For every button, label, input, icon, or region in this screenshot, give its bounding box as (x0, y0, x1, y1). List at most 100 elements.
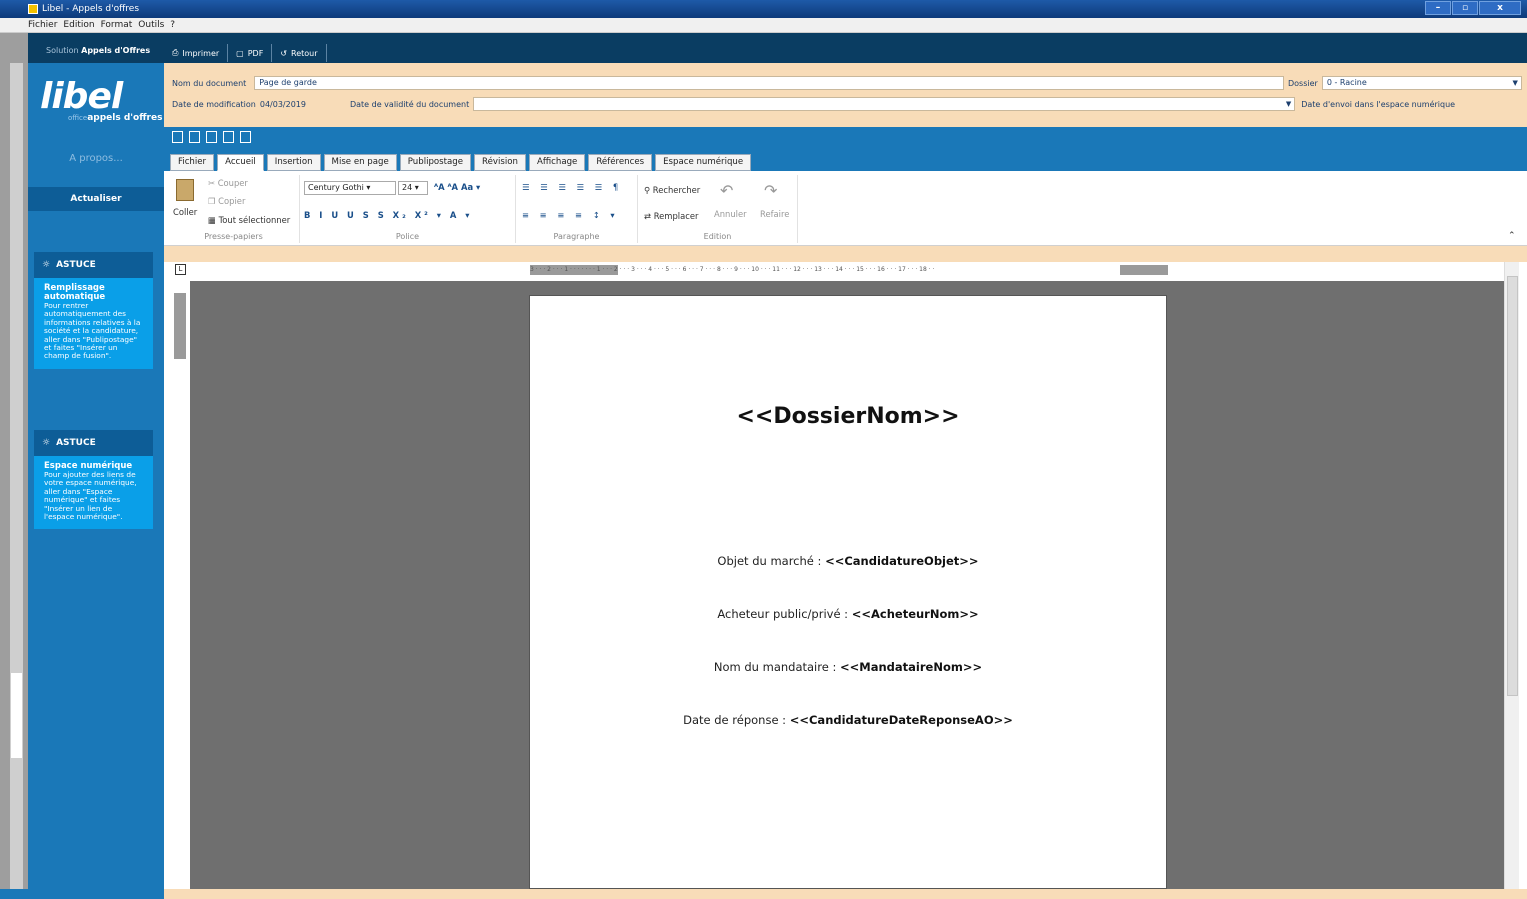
ruler-top-margin (174, 293, 186, 359)
tab-accueil[interactable]: Accueil (217, 154, 264, 171)
font-format-buttons[interactable]: B I U U S S X₂ X² ▾ A ▾ (304, 210, 472, 220)
select-all-label: Tout sélectionner (218, 215, 291, 225)
line-label: Nom du mandataire : (713, 660, 840, 674)
copy-button[interactable]: ❐ Copier (208, 196, 245, 206)
font-size-select[interactable]: 24 ▾ (398, 181, 428, 195)
document-line: Acheteur public/privé : <<AcheteurNom>> (530, 607, 1166, 621)
folder-select[interactable]: 0 - Racine ▼ (1321, 76, 1522, 90)
undo-arrow-icon[interactable]: ↶ (720, 181, 733, 200)
back-button[interactable]: ↺ Retour (272, 44, 327, 62)
status-strip (164, 889, 1527, 899)
menu-edition[interactable]: Edition (63, 20, 94, 30)
tip-body: Espace numérique Pour ajouter des liens d… (34, 456, 153, 529)
maximize-button[interactable]: ▫ (1452, 1, 1478, 15)
tab-references[interactable]: Références (588, 154, 653, 171)
chevron-down-icon: ▼ (1512, 79, 1518, 87)
back-arrow-icon: ↺ (280, 48, 288, 58)
document-line: Nom du mandataire : <<MandataireNom>> (530, 660, 1166, 674)
lightbulb-icon: ☼ (42, 260, 51, 270)
doc-name-label: Nom du document (172, 78, 247, 88)
pdf-label: PDF (247, 48, 264, 58)
redo-button[interactable]: Refaire (760, 209, 789, 219)
tab-fichier[interactable]: Fichier (170, 154, 215, 171)
collapse-ribbon-icon[interactable]: ⌃ (1508, 231, 1516, 241)
tab-revision[interactable]: Révision (474, 154, 526, 171)
doc-name-input[interactable]: Page de garde (254, 76, 1285, 90)
copy-label: Copier (218, 196, 246, 206)
replace-button[interactable]: ⇄ Remplacer (644, 211, 698, 221)
refresh-button[interactable]: Actualiser (28, 187, 164, 211)
bell-icon[interactable] (240, 131, 251, 143)
tip-header: ☼ ASTUCE (34, 430, 153, 456)
paste-button[interactable]: Coller (173, 207, 197, 217)
grow-font-icon[interactable]: ᴬA ᴬA Aa ▾ (434, 182, 480, 192)
font-family-select[interactable]: Century Gothi ▾ (304, 181, 396, 195)
tab-stop-selector[interactable]: L (175, 264, 186, 275)
redo-arrow-icon[interactable]: ↷ (764, 181, 777, 200)
clipboard-group: Coller ✂ Couper ❐ Copier ▦ Tout sélectio… (168, 175, 300, 243)
tip-body: Remplissage automatique Pour rentrer auto… (34, 278, 153, 369)
clipboard-icon[interactable] (176, 179, 194, 201)
document-scrollbar-thumb[interactable] (1507, 276, 1518, 696)
document-line: Date de réponse : <<CandidatureDateRepon… (530, 713, 1166, 727)
list-buttons[interactable]: ☰ ☰ ☰ ☰ ☰ ¶ (522, 182, 622, 192)
merge-field: <<MandataireNom>> (840, 660, 983, 674)
about-link[interactable]: A propos... (28, 153, 164, 164)
tab-espace-numerique[interactable]: Espace numérique (655, 154, 752, 171)
pdf-export-icon[interactable] (206, 131, 217, 143)
ruler-right-margin (1120, 265, 1168, 275)
minimize-button[interactable]: – (1425, 1, 1451, 15)
horizontal-ruler[interactable]: 3 · · · 2 · · · 1 · · · · · · · 1 · · · … (530, 265, 1168, 275)
back-label: Retour (291, 48, 318, 58)
ribbon-tabs: Fichier Accueil Insertion Mise en page P… (170, 154, 752, 171)
ruler-ticks: 3 · · · 2 · · · 1 · · · · · · · 1 · · · … (530, 266, 935, 273)
find-label: Rechercher (652, 185, 701, 195)
solution-name: Appels d'Offres (81, 46, 151, 55)
doc-name-row: Nom du document Page de garde (172, 76, 1285, 90)
merge-field: <<CandidatureObjet>> (825, 554, 979, 568)
edition-group: ⚲ Rechercher ⇄ Remplacer ↶ Annuler ↷ Ref… (638, 175, 798, 243)
print-button[interactable]: ⎙ Imprimer (164, 44, 229, 62)
tab-mise-en-page[interactable]: Mise en page (323, 154, 397, 171)
modified-row: Date de modification 04/03/2019 Date de … (172, 97, 1455, 111)
menu-help[interactable]: ? (170, 20, 175, 30)
pdf-button[interactable]: ▢ PDF (228, 44, 273, 62)
logo-sub-small: office (68, 114, 88, 122)
open-folder-icon[interactable] (189, 131, 200, 143)
document-scrollbar[interactable] (1504, 262, 1519, 889)
document-properties: Nom du document Page de garde Dossier 0 … (164, 63, 1527, 127)
line-label: Date de réponse : (683, 713, 790, 727)
find-button[interactable]: ⚲ Rechercher (644, 185, 700, 195)
modified-value: 04/03/2019 (259, 99, 306, 109)
clipboard-caption: Presse-papiers (204, 232, 263, 241)
chevron-down-icon[interactable]: ▼ (1286, 98, 1291, 110)
tab-affichage[interactable]: Affichage (528, 154, 586, 171)
undo-button[interactable]: Annuler (714, 209, 747, 219)
save-icon[interactable] (223, 131, 234, 143)
menu-fichier[interactable]: Fichier (28, 20, 57, 30)
menu-outils[interactable]: Outils (138, 20, 164, 30)
menu-format[interactable]: Format (101, 20, 133, 30)
align-buttons[interactable]: ≡ ≡ ≡ ≡ ↕ ▾ (522, 210, 619, 220)
left-scrollbar[interactable] (10, 63, 23, 899)
tab-publipostage[interactable]: Publipostage (399, 154, 472, 171)
close-button[interactable]: x (1479, 1, 1521, 15)
menu-bar: Fichier Edition Format Outils ? (0, 18, 1527, 33)
tip-header-label: ASTUCE (56, 438, 96, 448)
select-all-button[interactable]: ▦ Tout sélectionner (208, 215, 290, 225)
tab-insertion[interactable]: Insertion (266, 154, 321, 171)
validity-date-input[interactable]: ▼ (473, 97, 1296, 111)
window-title: Libel - Appels d'offres (42, 4, 140, 14)
document-page[interactable]: <<DossierNom>> Objet du marché : <<Candi… (529, 295, 1167, 889)
new-document-icon[interactable] (172, 131, 183, 143)
cut-button[interactable]: ✂ Couper (208, 178, 248, 188)
title-bar: Libel - Appels d'offres – ▫ x (0, 0, 1527, 18)
folder-label: Dossier (1288, 78, 1318, 88)
left-scrollbar-thumb[interactable] (11, 673, 22, 758)
printer-icon: ⎙ (172, 48, 179, 57)
vertical-ruler[interactable] (174, 293, 186, 889)
folder-row: Dossier 0 - Racine ▼ (1288, 76, 1522, 90)
sent-date-label: Date d'envoi dans l'espace numérique (1301, 99, 1456, 109)
tip-card: ☼ ASTUCE Espace numérique Pour ajouter des… (34, 430, 153, 530)
libel-logo: libel officeappels d'offres (28, 63, 164, 149)
